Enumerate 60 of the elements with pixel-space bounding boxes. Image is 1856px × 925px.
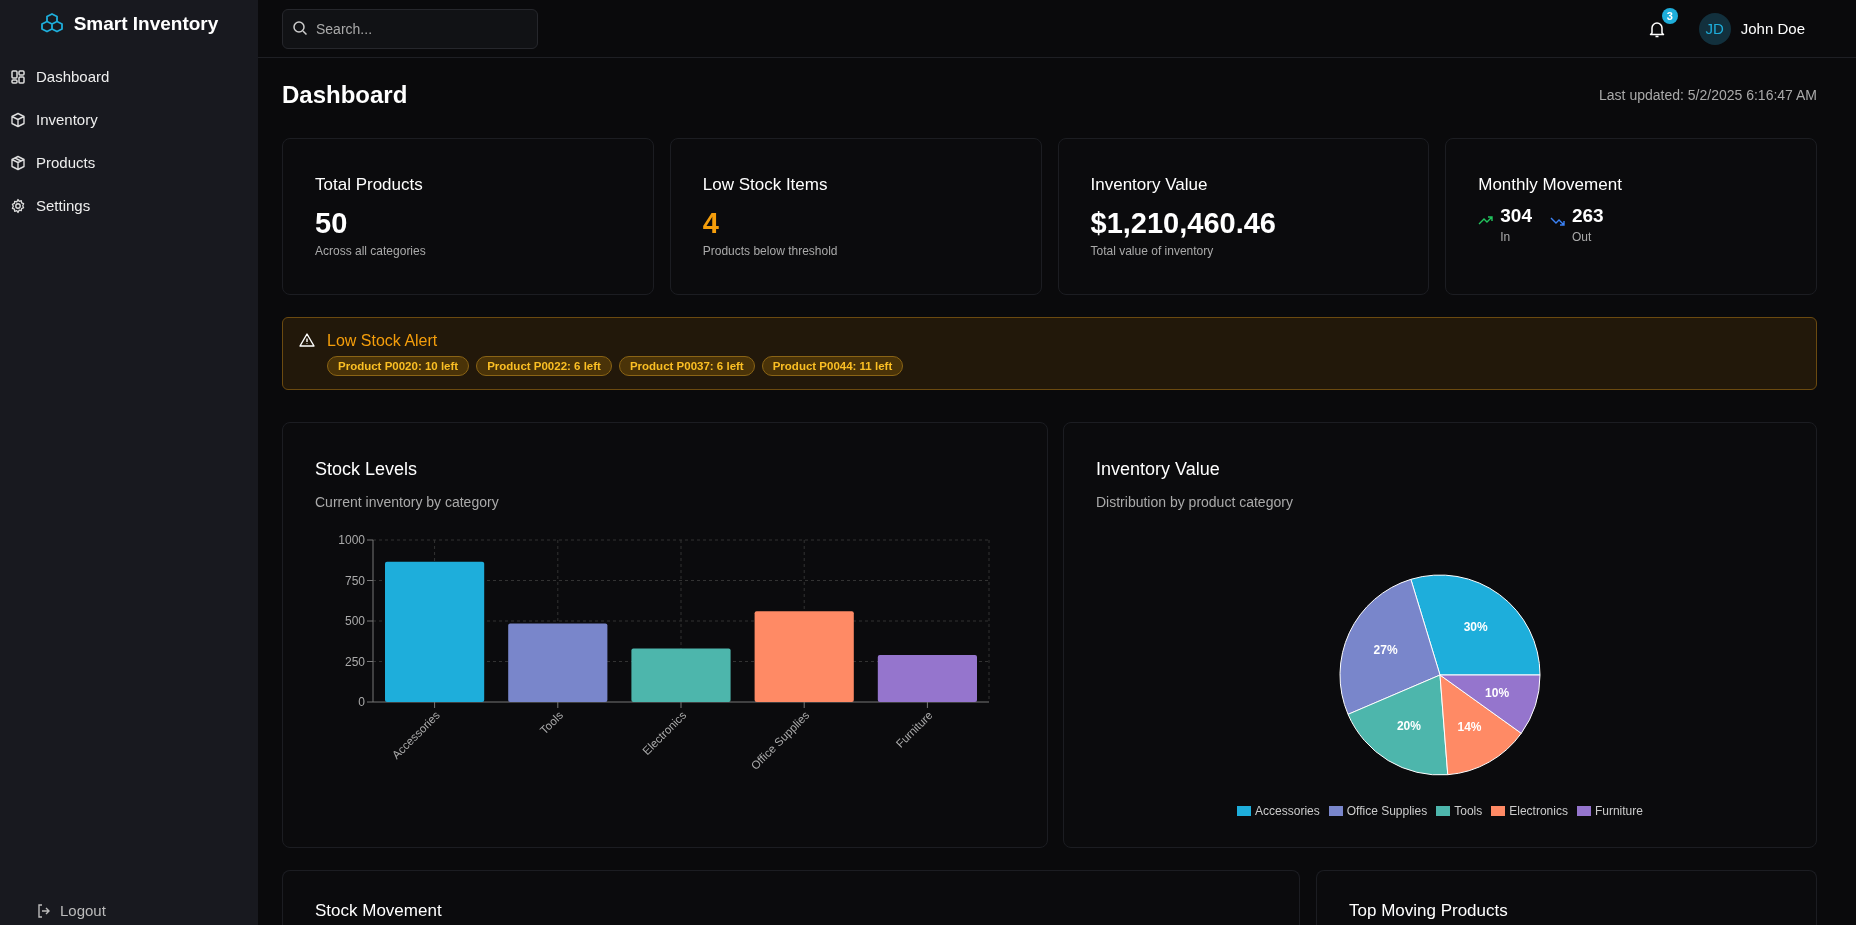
search-field[interactable]: Search... <box>282 8 538 49</box>
data-label: 30% <box>1463 619 1488 634</box>
sidebar-item[interactable]: Dashboard <box>8 60 250 93</box>
axis-label: 500 <box>344 614 365 628</box>
chart-title: Stock Levels <box>315 459 419 480</box>
alert-title: Low Stock Alert <box>327 332 439 350</box>
stock-tag: Product P0020: 10 left <box>327 356 470 376</box>
movement-value: 304 <box>1500 205 1532 227</box>
logout-button[interactable]: Logout <box>0 902 258 919</box>
stat-caption: Products below threshold <box>702 244 839 258</box>
data-label: 10% <box>1485 686 1510 701</box>
panel-title: Stock Movement <box>315 901 443 921</box>
movement-label: Out <box>1571 230 1593 244</box>
data-label: 20% <box>1396 719 1421 734</box>
movement-value: 263 <box>1571 205 1604 227</box>
stock-tag: Product P0037: 6 left <box>618 356 755 376</box>
legend-label: Tools <box>1454 804 1483 818</box>
settings-icon <box>10 197 26 214</box>
grid-icon <box>10 68 26 85</box>
stat-caption: Across all categories <box>315 244 427 258</box>
axis-label: 1000 <box>338 533 365 547</box>
movement-label: In <box>1500 230 1512 244</box>
axis-label: 750 <box>344 573 365 588</box>
sidebar-item[interactable]: Settings <box>8 189 250 222</box>
stat-title: Inventory Value <box>1090 175 1209 195</box>
stat-value: 4 <box>702 207 720 240</box>
notification-badge: 3 <box>1661 7 1678 24</box>
page-title: Dashboard <box>282 81 408 109</box>
axis-label: 250 <box>344 654 365 669</box>
stat-title: Low Stock Items <box>702 175 829 195</box>
app-name: Smart Inventory <box>73 13 219 35</box>
stat-value: $1,210,460.46 <box>1090 207 1277 240</box>
stat-value: 50 <box>315 207 349 240</box>
legend-label: Office Supplies <box>1346 804 1428 818</box>
legend-label: Furniture <box>1594 804 1643 818</box>
chart-title: Inventory Value <box>1096 459 1221 480</box>
panel-title: Top Moving Products <box>1349 901 1509 921</box>
stat-title: Total Products <box>315 175 424 195</box>
last-updated-text: Last updated: 5/2/2025 6:16:47 AM <box>1599 87 1817 103</box>
chart-subtitle: Distribution by product category <box>1096 494 1294 510</box>
legend-label: Electronics <box>1509 804 1568 818</box>
user-avatar[interactable]: JD <box>1698 12 1731 45</box>
cube-icon <box>10 111 26 128</box>
stat-caption: Total value of inventory <box>1090 244 1215 258</box>
axis-label: 0 <box>358 695 365 709</box>
sidebar-item[interactable]: Products <box>8 146 250 179</box>
sidebar-item[interactable]: Inventory <box>8 103 250 136</box>
bell-icon[interactable] <box>1647 19 1666 38</box>
exit-icon <box>36 902 52 919</box>
stock-tag: Product P0022: 6 left <box>476 356 612 376</box>
package-icon <box>10 154 26 171</box>
legend-label: Accessories <box>1255 804 1320 818</box>
data-label: 27% <box>1373 642 1398 657</box>
stat-title: Monthly Movement <box>1478 175 1623 195</box>
warning-icon <box>299 332 315 348</box>
chart-subtitle: Current inventory by category <box>315 494 500 510</box>
stock-tag: Product P0044: 11 left <box>761 356 904 376</box>
user-name[interactable]: John Doe <box>1740 20 1805 37</box>
data-label: 14% <box>1457 720 1482 735</box>
search-icon <box>292 19 308 36</box>
